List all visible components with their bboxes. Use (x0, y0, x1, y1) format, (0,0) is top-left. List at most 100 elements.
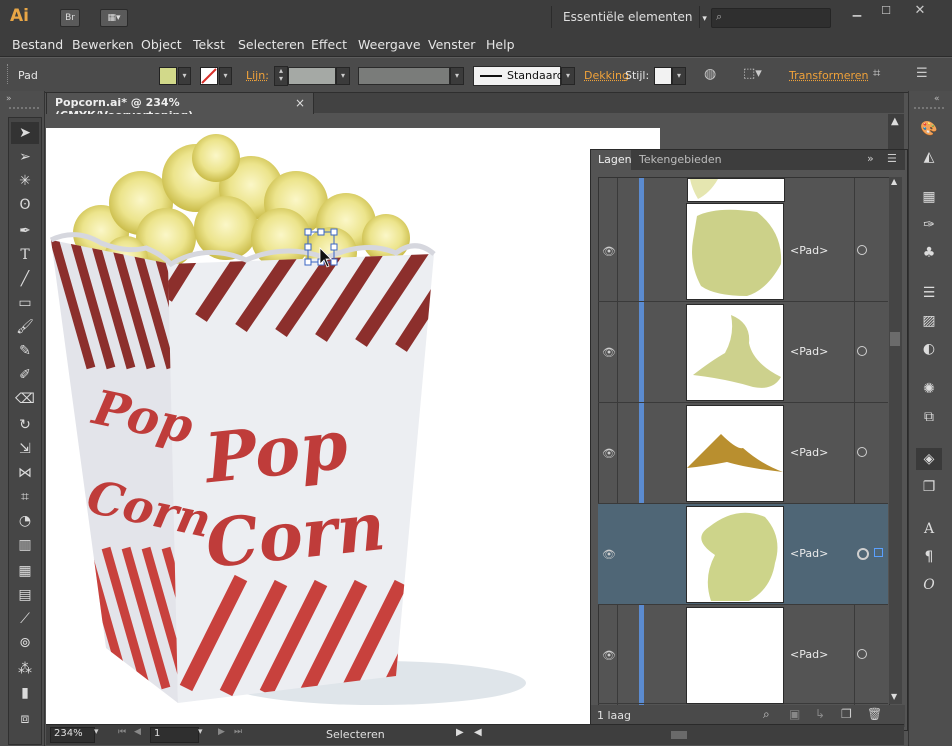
stroke-weight-dropdown[interactable]: ▾ (336, 67, 350, 85)
visibility-eye-icon[interactable]: 👁 (602, 245, 616, 258)
close-tab-icon[interactable]: × (295, 96, 305, 110)
status-tool-label[interactable]: Selecteren (326, 728, 385, 741)
clipping-mask-icon[interactable]: ▣ (789, 707, 800, 721)
menu-selecteren[interactable]: Selecteren (238, 37, 305, 52)
type-tool-icon[interactable]: T (11, 244, 39, 266)
tools-grip[interactable] (9, 107, 39, 115)
gradient-panel-icon[interactable]: ▨ (916, 310, 942, 332)
menu-object[interactable]: Object (141, 37, 182, 52)
new-sublayer-icon[interactable]: ↳ (815, 707, 825, 721)
layers-panel-icon[interactable]: ◈ (916, 448, 942, 470)
scroll-thumb[interactable] (890, 332, 900, 346)
graphic-style-swatch[interactable] (654, 67, 672, 85)
artboard-tool-icon[interactable]: ⧈ (11, 708, 39, 730)
variable-width-dropdown[interactable]: ▾ (450, 67, 464, 85)
blob-brush-tool-icon[interactable]: ✐ (11, 364, 39, 386)
arrange-documents-button[interactable]: ▦▾ (100, 9, 128, 27)
opacity-link[interactable]: Dekking (584, 69, 629, 82)
workspace-switcher[interactable]: Essentiële elementen ▾ (563, 10, 707, 24)
artboard-number-field[interactable]: 1 (150, 727, 199, 743)
direct-selection-tool-icon[interactable]: ➢ (11, 146, 39, 168)
last-artboard-icon[interactable]: ⏭ (234, 727, 242, 737)
layer-row[interactable]: 👁 <Pad> (598, 403, 888, 504)
scale-tool-icon[interactable]: ⇲ (11, 438, 39, 460)
close-window-button[interactable]: ✕ (906, 4, 934, 18)
delete-layer-icon[interactable]: 🗑 (867, 707, 882, 721)
column-graph-tool-icon[interactable]: ▮ (11, 682, 39, 704)
document-tab[interactable]: Popcorn.ai* @ 234% (CMYK/Voorvertoning) … (46, 92, 314, 122)
rotate-tool-icon[interactable]: ↻ (11, 414, 39, 436)
collapse-dock-icon[interactable]: « (934, 94, 940, 104)
layer-row-selected[interactable]: 👁 <Pad> (598, 504, 888, 605)
visibility-eye-icon[interactable]: 👁 (602, 548, 616, 561)
rectangle-tool-icon[interactable]: ▭ (11, 292, 39, 314)
stroke-dropdown[interactable]: ▾ (219, 67, 232, 85)
first-artboard-icon[interactable]: ⏮ (118, 727, 126, 737)
control-menu-icon[interactable]: ☰ (916, 66, 928, 81)
scroll-left-icon[interactable]: ◀ (474, 727, 482, 738)
target-circle-icon[interactable] (857, 447, 867, 457)
eyedropper-tool-icon[interactable]: ⟋ (11, 608, 39, 630)
target-circle-icon[interactable] (857, 245, 867, 255)
visibility-eye-icon[interactable]: 👁 (602, 447, 616, 460)
perspective-grid-tool-icon[interactable]: ▥ (11, 534, 39, 556)
mesh-tool-icon[interactable]: ▦ (11, 560, 39, 582)
scroll-up-icon[interactable]: ▲ (891, 116, 899, 127)
zoom-field[interactable]: 234% (50, 727, 95, 743)
scroll-down-icon[interactable]: ▼ (891, 692, 897, 701)
stroke-weight-stepper[interactable]: ▴ ▾ (274, 66, 288, 86)
gradient-tool-icon[interactable]: ▤ (11, 584, 39, 606)
brush-definition[interactable]: Standaard (473, 66, 564, 86)
menu-effect[interactable]: Effect (311, 37, 347, 52)
free-transform-tool-icon[interactable]: ⌗ (11, 486, 39, 508)
align-to-icon[interactable]: ⬚▾ (743, 66, 762, 81)
brushes-panel-icon[interactable]: ✑ (916, 214, 942, 236)
scroll-up-icon[interactable]: ▲ (891, 177, 897, 186)
pencil-tool-icon[interactable]: ✎ (11, 340, 39, 362)
collapse-panel-icon[interactable]: » (867, 152, 874, 165)
transparency-panel-icon[interactable]: ◐ (916, 338, 942, 360)
variable-width-profile[interactable] (358, 67, 450, 85)
search-input[interactable]: ⌕ (711, 8, 831, 28)
graphic-style-dropdown[interactable]: ▾ (672, 67, 686, 85)
visibility-eye-icon[interactable]: 👁 (602, 649, 616, 662)
appearance-panel-icon[interactable]: ✺ (916, 378, 942, 400)
paintbrush-tool-icon[interactable]: 🖌 (11, 316, 39, 338)
paragraph-panel-icon[interactable]: ¶ (916, 546, 942, 568)
graphic-styles-icon[interactable]: ⧉ (916, 406, 942, 428)
menu-tekst[interactable]: Tekst (193, 37, 225, 52)
stroke-swatch[interactable] (200, 67, 218, 85)
target-circle-icon[interactable] (857, 649, 867, 659)
fill-dropdown[interactable]: ▾ (178, 67, 191, 85)
status-menu-icon[interactable]: ▶ (456, 727, 464, 738)
minimize-button[interactable]: ▁ (843, 4, 871, 18)
layer-row[interactable]: 👁 <Pad> (598, 302, 888, 403)
layer-row[interactable]: 👁 <Pad> (598, 605, 888, 704)
transform-link[interactable]: Transformeren (789, 69, 869, 82)
line-tool-icon[interactable]: ╱ (11, 268, 39, 290)
stroke-panel-icon[interactable]: ☰ (916, 282, 942, 304)
artboard[interactable]: Pop Corn Pop Corn (46, 128, 660, 724)
stroke-panel-link[interactable]: Lijn: (246, 69, 269, 82)
menu-weergave[interactable]: Weergave (358, 37, 421, 52)
pen-tool-icon[interactable]: ✒ (11, 220, 39, 242)
next-artboard-icon[interactable]: ▶ (218, 727, 225, 737)
artboard-dropdown-icon[interactable]: ▾ (198, 727, 203, 737)
color-panel-icon[interactable]: 🎨 (916, 118, 942, 140)
horizontal-scroll-thumb[interactable] (671, 731, 687, 739)
blend-tool-icon[interactable]: ⊚ (11, 632, 39, 654)
magic-wand-tool-icon[interactable]: ✳ (11, 170, 39, 192)
stroke-weight-field[interactable] (288, 67, 336, 85)
fill-swatch[interactable] (159, 67, 177, 85)
selection-indicator[interactable] (874, 548, 883, 557)
menu-venster[interactable]: Venster (428, 37, 475, 52)
swatches-panel-icon[interactable]: ▦ (916, 186, 942, 208)
locate-object-icon[interactable]: ⌕ (763, 707, 770, 722)
opentype-panel-icon[interactable]: O (916, 574, 942, 596)
visibility-eye-icon[interactable]: 👁 (602, 346, 616, 359)
new-layer-icon[interactable]: ❐ (841, 707, 852, 721)
symbols-panel-icon[interactable]: ♣ (916, 242, 942, 264)
previous-artboard-icon[interactable]: ◀ (134, 727, 141, 737)
bridge-button[interactable]: Br (60, 9, 80, 27)
color-guide-icon[interactable]: ◭ (916, 146, 942, 168)
